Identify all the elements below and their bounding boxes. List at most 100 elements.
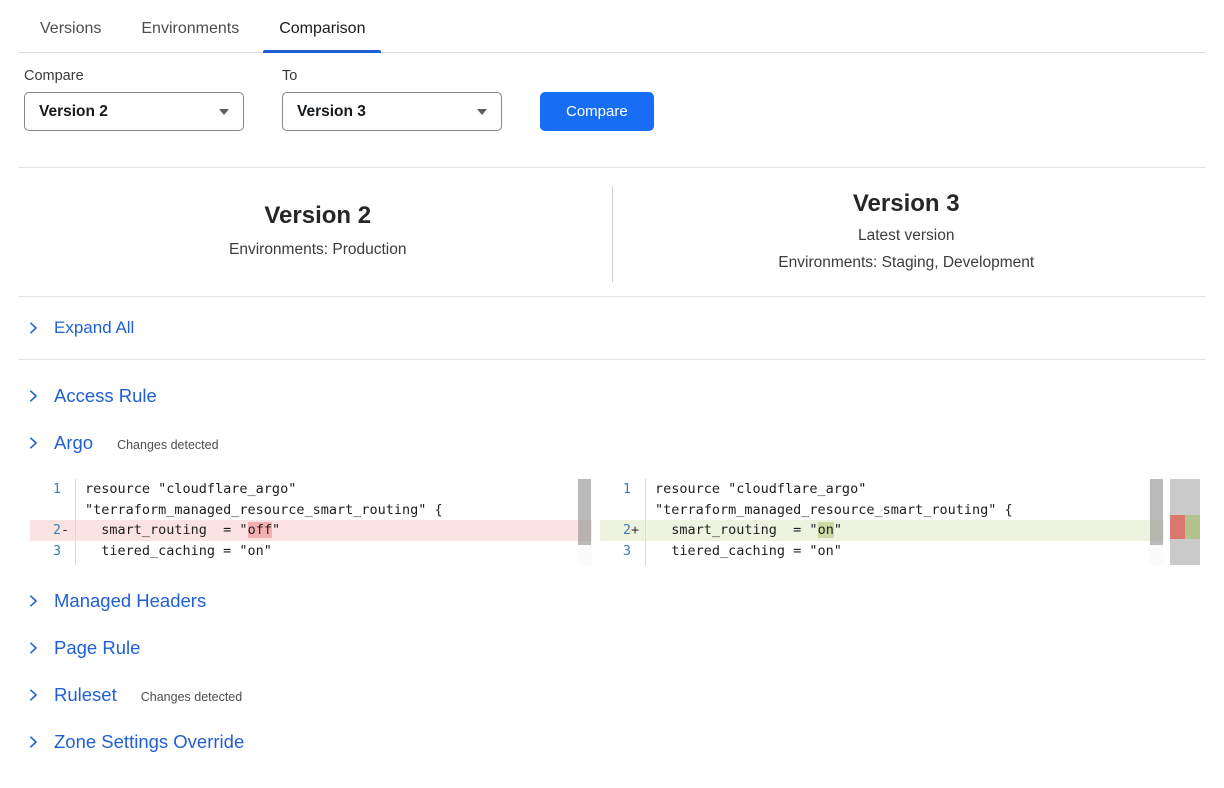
code-text: tiered_caching = "on": [646, 541, 842, 562]
tab-comparison[interactable]: Comparison: [263, 16, 381, 52]
expand-all-label: Expand All: [54, 318, 134, 338]
section-managed-headers[interactable]: Managed Headers: [24, 590, 1200, 612]
version-headers: Version 2 Environments: Production Versi…: [24, 168, 1200, 296]
version-left-environments: Environments: Production: [229, 239, 406, 261]
added-word-highlight: on: [818, 522, 834, 538]
active-tab-indicator: [263, 50, 381, 53]
section-argo[interactable]: Argo Changes detected: [24, 432, 1200, 454]
version-left-header: Version 2 Environments: Production: [24, 168, 612, 296]
section-zone-settings-override-label: Zone Settings Override: [54, 731, 244, 753]
tab-comparison-label: Comparison: [279, 20, 365, 37]
chevron-right-icon: [26, 321, 40, 335]
code-text: smart_routing = "off": [76, 520, 280, 541]
code-line-wrapped: "terraform_managed_resource_smart_routin…: [600, 500, 1164, 521]
code-line: 1 resource "cloudflare_argo": [30, 479, 592, 500]
diff-minimap[interactable]: [1170, 479, 1200, 565]
chevron-right-icon: [26, 436, 40, 450]
diff-right-wrap: 1 resource "cloudflare_argo" "terraform_…: [600, 479, 1200, 565]
line-number: [33, 500, 61, 521]
compare-button[interactable]: Compare: [540, 92, 654, 131]
compare-form: Compare Version 2 To Version 3 Compare: [24, 68, 1200, 131]
chevron-right-icon: [26, 688, 40, 702]
code-text: resource "cloudflare_argo": [646, 479, 866, 500]
compare-from-value: Version 2: [39, 103, 108, 121]
scrollbar-thumb[interactable]: [578, 479, 591, 545]
diff-marker-added: +: [631, 520, 645, 541]
diff-marker: [631, 541, 645, 562]
compare-from-field: Compare Version 2: [24, 68, 244, 131]
section-access-rule-label: Access Rule: [54, 385, 157, 407]
code-text: smart_routing = "on": [646, 520, 842, 541]
argo-diff: 1 resource "cloudflare_argo" "terraform_…: [30, 479, 1200, 565]
line-number: 1: [603, 479, 631, 500]
vertical-scrollbar[interactable]: [1149, 479, 1164, 565]
expand-all-button[interactable]: Expand All: [24, 297, 1200, 359]
to-label: To: [282, 68, 502, 84]
code-line-added: 2+ smart_routing = "on": [600, 520, 1164, 541]
diff-panel-right: 1 resource "cloudflare_argo" "terraform_…: [600, 479, 1164, 565]
vertical-scrollbar[interactable]: [577, 479, 592, 565]
chevron-right-icon: [26, 735, 40, 749]
chevron-down-icon: [219, 109, 229, 115]
line-number: [603, 500, 631, 521]
code-line: 3 tiered_caching = "on": [600, 541, 1164, 562]
section-ruleset[interactable]: Ruleset Changes detected: [24, 684, 1200, 706]
section-ruleset-label: Ruleset: [54, 684, 117, 706]
tab-bar: Versions Environments Comparison: [18, 0, 1206, 53]
removed-word-highlight: off: [248, 522, 272, 538]
line-number: 3: [33, 541, 61, 562]
line-number: 3: [603, 541, 631, 562]
tab-environments-label: Environments: [141, 20, 239, 37]
section-access-rule[interactable]: Access Rule: [24, 385, 1200, 407]
code-line: 1 resource "cloudflare_argo": [600, 479, 1164, 500]
minimap-added-marker: [1185, 515, 1200, 539]
tab-versions[interactable]: Versions: [24, 16, 117, 52]
compare-to-value: Version 3: [297, 103, 366, 121]
diff-left-wrap: 1 resource "cloudflare_argo" "terraform_…: [30, 479, 592, 565]
section-page-rule[interactable]: Page Rule: [24, 637, 1200, 659]
line-number: 1: [33, 479, 61, 500]
code-text: "terraform_managed_resource_smart_routin…: [76, 500, 443, 521]
compare-to-field: To Version 3: [282, 68, 502, 131]
code-line-clipped: }: [30, 561, 592, 565]
section-managed-headers-label: Managed Headers: [54, 590, 206, 612]
chevron-down-icon: [477, 109, 487, 115]
diff-marker: [61, 479, 75, 500]
chevron-right-icon: [26, 594, 40, 608]
section-page-rule-label: Page Rule: [54, 637, 140, 659]
tab-environments[interactable]: Environments: [125, 16, 255, 52]
diff-marker: [61, 500, 75, 521]
version-right-subtitle: Latest version: [858, 225, 955, 247]
section-argo-label: Argo: [54, 432, 93, 454]
chevron-right-icon: [26, 641, 40, 655]
code-text: tiered_caching = "on": [76, 541, 272, 562]
changes-detected-badge: Changes detected: [117, 438, 218, 452]
changes-detected-badge: Changes detected: [141, 690, 242, 704]
line-number: 2: [33, 520, 61, 541]
code-line: 3 tiered_caching = "on": [30, 541, 592, 562]
code-text: }: [646, 561, 663, 565]
diff-marker-removed: -: [61, 520, 75, 541]
diff-marker: [631, 479, 645, 500]
version-left-title: Version 2: [264, 202, 371, 231]
code-line-removed: 2- smart_routing = "off": [30, 520, 592, 541]
compare-label: Compare: [24, 68, 244, 84]
tab-versions-label: Versions: [40, 20, 101, 37]
version-right-title: Version 3: [853, 190, 960, 219]
minimap-removed-marker: [1170, 515, 1185, 539]
scrollbar-thumb[interactable]: [1150, 479, 1163, 545]
comparison-page: Versions Environments Comparison Compare…: [0, 0, 1224, 753]
version-right-header: Version 3 Latest version Environments: S…: [613, 168, 1201, 296]
code-text: "terraform_managed_resource_smart_routin…: [646, 500, 1013, 521]
code-text: }: [76, 561, 93, 565]
chevron-right-icon: [26, 389, 40, 403]
diff-marker: [61, 541, 75, 562]
diff-panel-left: 1 resource "cloudflare_argo" "terraform_…: [30, 479, 592, 565]
compare-from-select[interactable]: Version 2: [24, 92, 244, 131]
line-number: 2: [603, 520, 631, 541]
version-right-environments: Environments: Staging, Development: [778, 252, 1034, 274]
divider: [18, 359, 1206, 360]
code-text: resource "cloudflare_argo": [76, 479, 296, 500]
compare-to-select[interactable]: Version 3: [282, 92, 502, 131]
section-zone-settings-override[interactable]: Zone Settings Override: [24, 731, 1200, 753]
